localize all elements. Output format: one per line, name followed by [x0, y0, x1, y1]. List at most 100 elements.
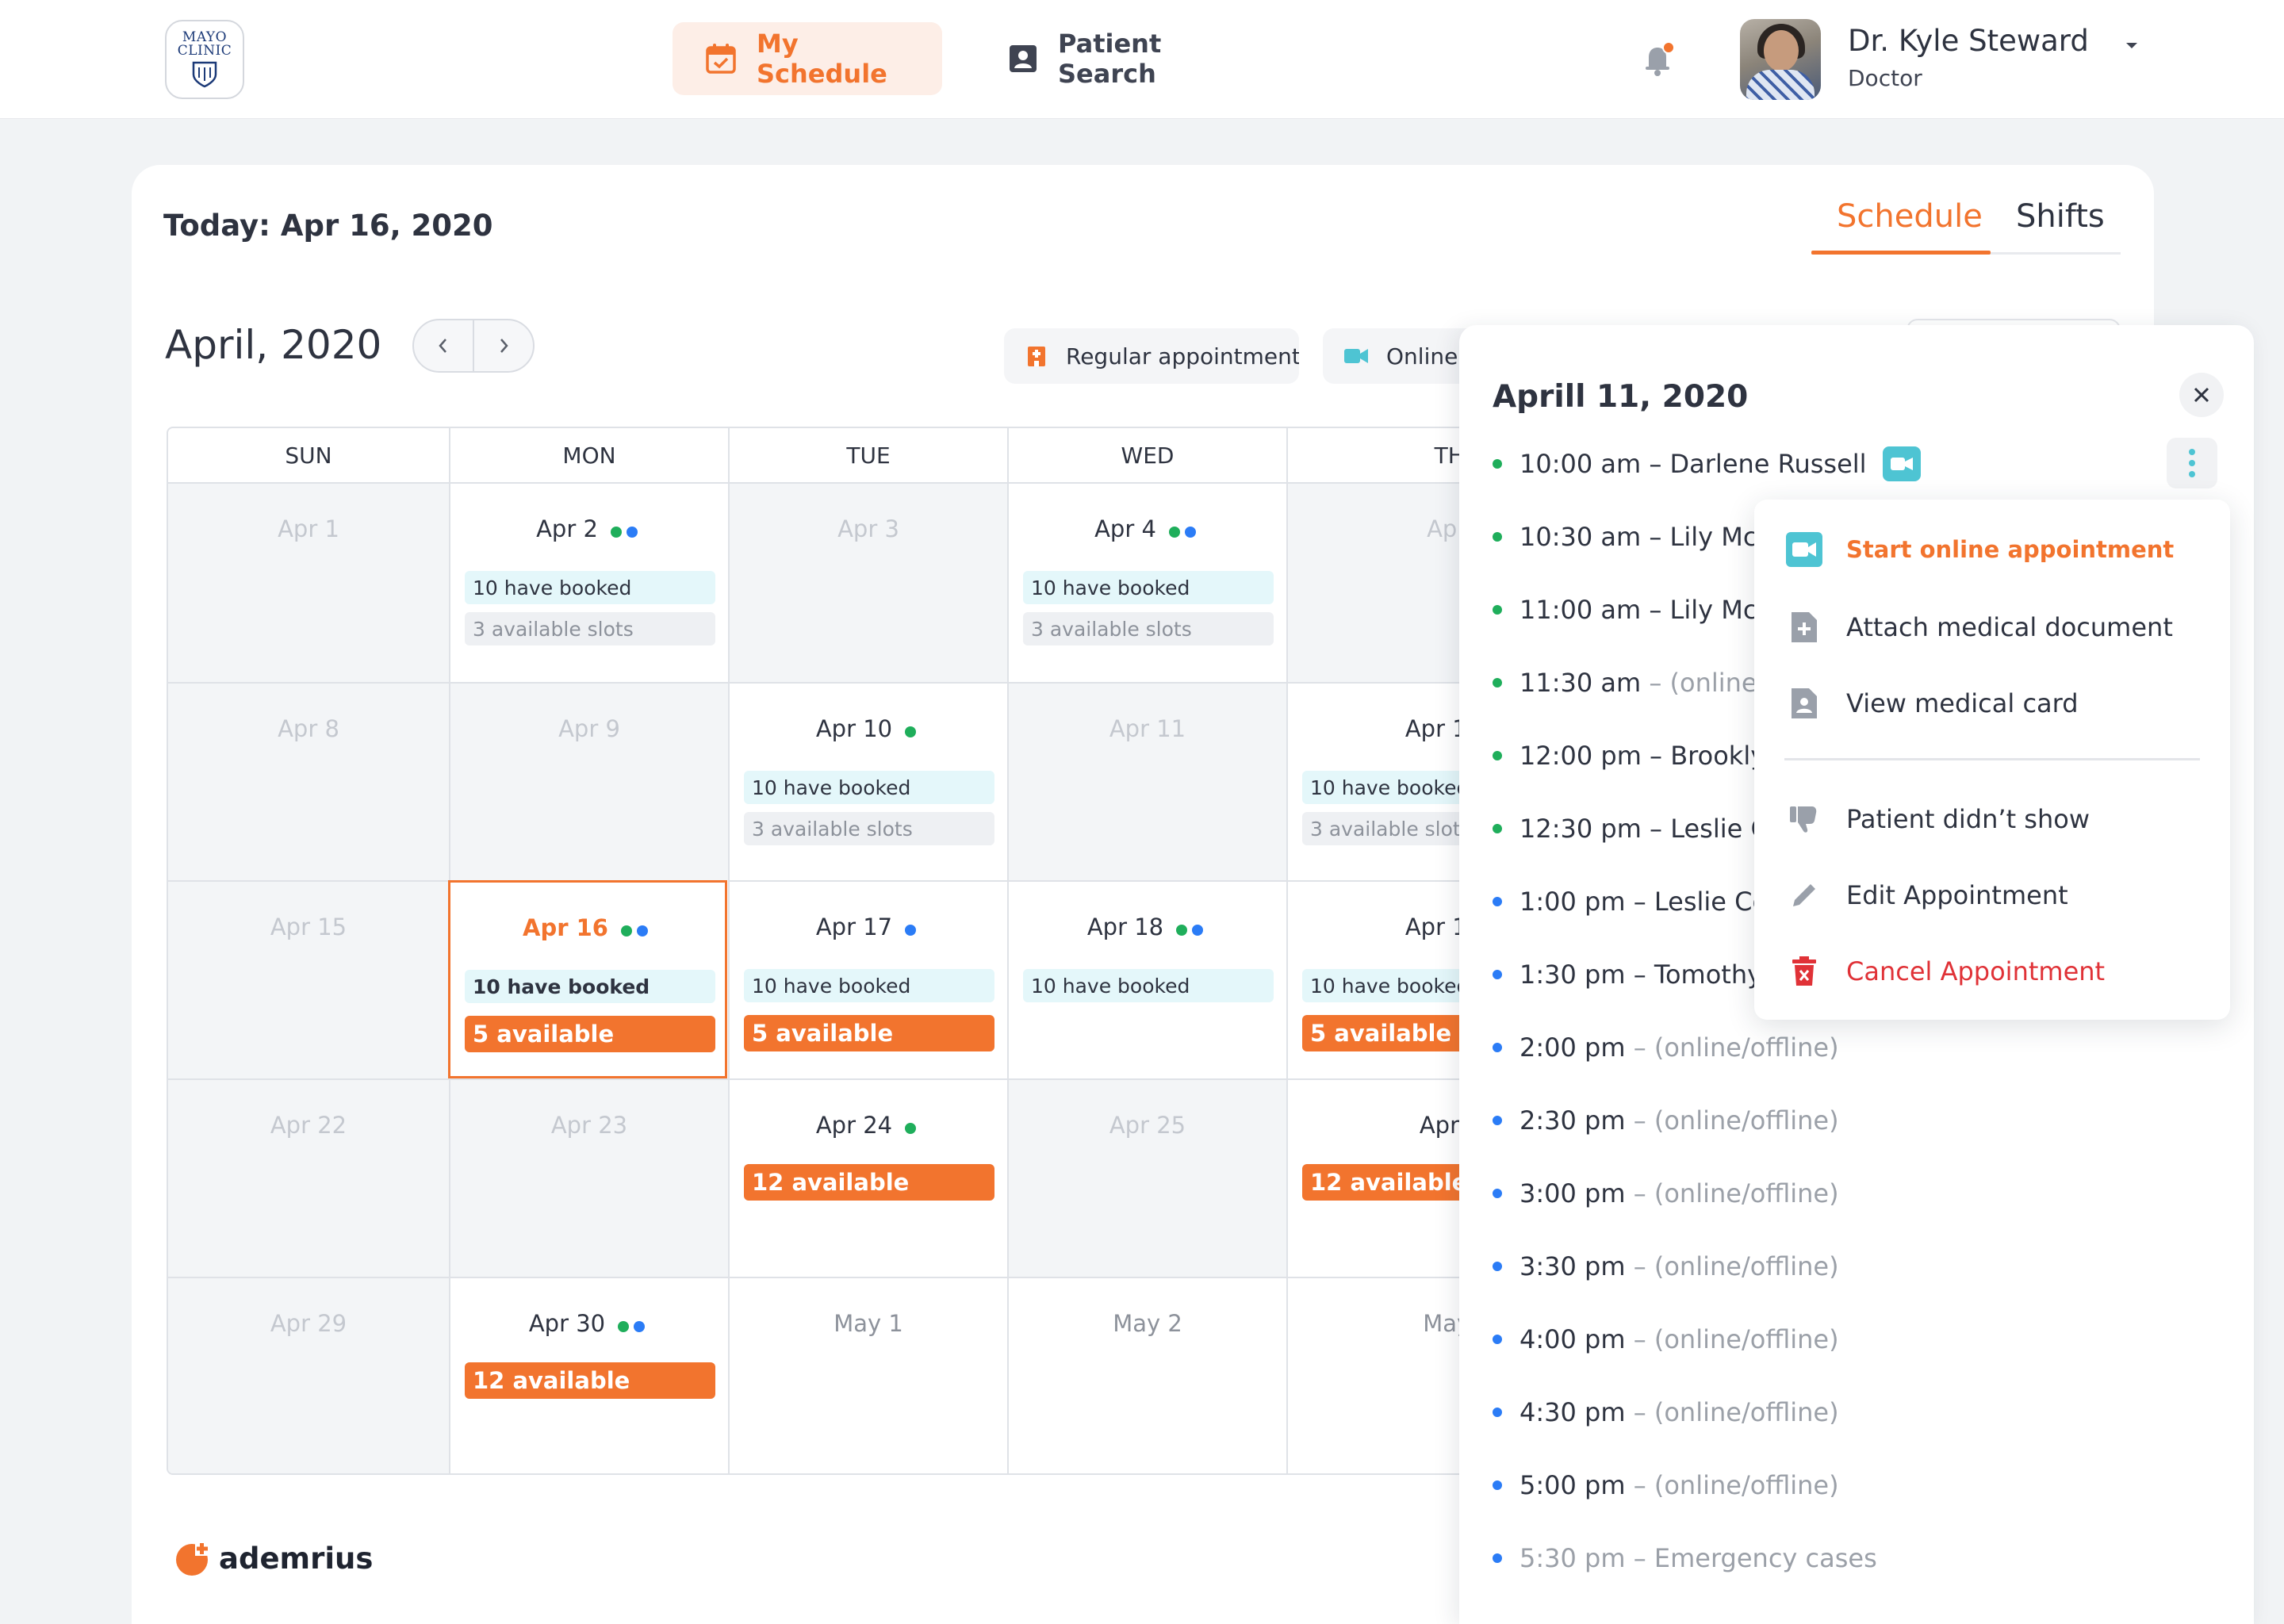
- booked-count-pill[interactable]: 10 have booked: [1023, 571, 1274, 604]
- calendar-day-cell[interactable]: May 1: [728, 1277, 1007, 1473]
- appointment-row[interactable]: 5:00 pm – (online/offline): [1493, 1467, 1839, 1503]
- previous-month-button[interactable]: [414, 320, 474, 371]
- user-name[interactable]: Dr. Kyle Steward: [1848, 24, 2089, 58]
- menu-patient-didnt-show[interactable]: Patient didn’t show: [1784, 799, 2090, 839]
- day-number: Apr 15: [168, 914, 449, 940]
- online-dot: [1184, 527, 1196, 538]
- calendar-day-cell[interactable]: Apr 23: [449, 1078, 728, 1277]
- available-slots-pill[interactable]: 3 available slots: [1023, 612, 1274, 645]
- calendar-day-cell[interactable]: Apr 2 10 have booked 3 available slots: [449, 484, 728, 682]
- appointment-row[interactable]: 2:00 pm – (online/offline): [1493, 1029, 1839, 1066]
- next-month-button[interactable]: [474, 320, 533, 371]
- bell-icon[interactable]: [1638, 40, 1678, 79]
- menu-cancel-appointment[interactable]: Cancel Appointment: [1784, 952, 2105, 991]
- appointment-row[interactable]: 12:30 pm – Leslie Co: [1493, 810, 1754, 847]
- calendar-day-cell[interactable]: Apr 11: [1007, 682, 1286, 880]
- regular-dot: [1493, 824, 1502, 833]
- calendar-day-cell[interactable]: Apr 24 12 available: [728, 1078, 1007, 1277]
- panel-title: Aprill 11, 2020: [1493, 379, 1749, 415]
- day-number: Apr 29: [168, 1310, 449, 1337]
- brand-logo[interactable]: ademrius: [174, 1540, 373, 1576]
- top-navigation-bar: MAYO CLINIC My Schedule Patient Search D…: [0, 0, 2284, 119]
- calendar-day-cell[interactable]: Apr 4 10 have booked 3 available slots: [1007, 484, 1286, 682]
- appointment-row[interactable]: 10:30 am – Lily Mcki: [1493, 519, 1754, 555]
- appointment-row[interactable]: 3:30 pm – (online/offline): [1493, 1248, 1839, 1285]
- appointment-row[interactable]: 11:30 am – (online/o: [1493, 665, 1754, 701]
- tab-shifts[interactable]: Shifts: [2016, 198, 2105, 235]
- appointment-row[interactable]: 4:30 pm – (online/offline): [1493, 1394, 1839, 1431]
- weekday-header: TUE: [728, 428, 1007, 482]
- appointment-row[interactable]: 1:30 pm – Tomothy: [1493, 956, 1754, 993]
- appointment-row[interactable]: 11:00 am – Lily Mcki: [1493, 592, 1754, 628]
- online-dot: [1493, 1480, 1502, 1490]
- booked-count-pill[interactable]: 10 have booked: [1023, 969, 1274, 1002]
- regular-dot: [1168, 527, 1180, 538]
- regular-dot: [1493, 532, 1502, 542]
- appointment-row[interactable]: 10:00 am – Darlene Russell: [1493, 446, 1921, 482]
- user-avatar[interactable]: [1740, 19, 1821, 100]
- nav-tab-my-schedule[interactable]: My Schedule: [673, 22, 942, 95]
- available-count-pill[interactable]: 5 available: [465, 1016, 715, 1052]
- regular-dot: [620, 925, 632, 936]
- nav-tab-label: Patient Search: [1058, 29, 1162, 89]
- hospital-icon: [1025, 343, 1048, 370]
- appointment-row[interactable]: 1:00 pm – Leslie Co: [1493, 883, 1754, 920]
- appointment-row[interactable]: 2:30 pm – (online/offline): [1493, 1102, 1839, 1139]
- available-count-pill[interactable]: 12 available: [744, 1164, 994, 1201]
- menu-edit-appointment[interactable]: Edit Appointment: [1784, 875, 2068, 915]
- calendar-day-cell[interactable]: May 2: [1007, 1277, 1286, 1473]
- available-count-pill[interactable]: 12 available: [465, 1362, 715, 1399]
- appointment-row[interactable]: 4:00 pm – (online/offline): [1493, 1321, 1839, 1358]
- regular-dot: [1493, 605, 1502, 615]
- appointment-more-button[interactable]: [2167, 438, 2217, 488]
- appointment-type-dots: [618, 1312, 650, 1339]
- appointment-row[interactable]: 12:00 pm – Brooklyr: [1493, 737, 1754, 774]
- calendar-day-cell[interactable]: Apr 29: [168, 1277, 449, 1473]
- calendar-day-cell[interactable]: Apr 10 10 have booked 3 available slots: [728, 682, 1007, 880]
- menu-item-label: Attach medical document: [1846, 612, 2173, 642]
- available-slots-pill[interactable]: 3 available slots: [465, 612, 715, 645]
- appointment-row[interactable]: 3:00 pm – (online/offline): [1493, 1175, 1839, 1212]
- calendar-check-icon: [704, 41, 738, 76]
- booked-count-pill[interactable]: 10 have booked: [744, 969, 994, 1002]
- month-calendar: SUN MON TUE WED THU Apr 1 Apr 2 10 have booked…: [167, 427, 1626, 1475]
- calendar-day-cell[interactable]: Apr 9: [449, 682, 728, 880]
- booked-count-pill[interactable]: 10 have booked: [465, 970, 715, 1003]
- calendar-day-cell[interactable]: Apr 8: [168, 682, 449, 880]
- calendar-day-cell[interactable]: Apr 1: [168, 484, 449, 682]
- appointment-patient: – Tomothy: [1625, 959, 1754, 990]
- menu-item-label: Patient didn’t show: [1846, 804, 2090, 834]
- online-dot: [1493, 1335, 1502, 1344]
- chevron-down-icon[interactable]: [2124, 38, 2140, 54]
- appointment-type-dots: [905, 915, 921, 942]
- trash-icon: [1784, 952, 1824, 991]
- available-slots-pill[interactable]: 3 available slots: [744, 812, 994, 845]
- day-number: Apr 10: [730, 715, 1007, 744]
- shield-crest-icon: [192, 61, 217, 87]
- calendar-day-cell[interactable]: Apr 25: [1007, 1078, 1286, 1277]
- available-count-pill[interactable]: 5 available: [744, 1015, 994, 1051]
- calendar-day-cell[interactable]: Apr 3: [728, 484, 1007, 682]
- appointment-type-dots: [905, 1113, 921, 1140]
- calendar-day-cell[interactable]: Apr 16 10 have booked 5 available: [448, 880, 727, 1078]
- tab-schedule[interactable]: Schedule: [1837, 198, 1983, 235]
- online-dot: [1493, 1043, 1502, 1052]
- menu-view-medical-card[interactable]: View medical card: [1784, 684, 2079, 723]
- appointment-row[interactable]: 5:30 pm – Emergency cases: [1493, 1540, 1877, 1576]
- calendar-day-cell[interactable]: Apr 15: [168, 880, 449, 1078]
- close-panel-button[interactable]: [2179, 373, 2224, 417]
- calendar-day-cell[interactable]: Apr 22: [168, 1078, 449, 1277]
- nav-tab-patient-search[interactable]: Patient Search: [975, 22, 1245, 95]
- booked-count-pill[interactable]: 10 have booked: [744, 771, 994, 804]
- appointment-patient: – (online/offline): [1625, 1178, 1839, 1208]
- booked-count-pill[interactable]: 10 have booked: [465, 571, 715, 604]
- clinic-logo[interactable]: MAYO CLINIC: [165, 20, 244, 99]
- calendar-day-cell[interactable]: Apr 18 10 have booked: [1007, 880, 1286, 1078]
- video-camera-icon[interactable]: [1882, 446, 1921, 481]
- calendar-day-cell[interactable]: Apr 30 12 available: [449, 1277, 728, 1473]
- menu-attach-medical-document[interactable]: Attach medical document: [1784, 607, 2173, 647]
- calendar-day-cell[interactable]: Apr 17 10 have booked 5 available: [728, 880, 1007, 1078]
- menu-start-online-appointment[interactable]: Start online appointment: [1784, 530, 2174, 569]
- contact-card-icon: [1007, 41, 1039, 76]
- online-dot: [636, 925, 648, 936]
